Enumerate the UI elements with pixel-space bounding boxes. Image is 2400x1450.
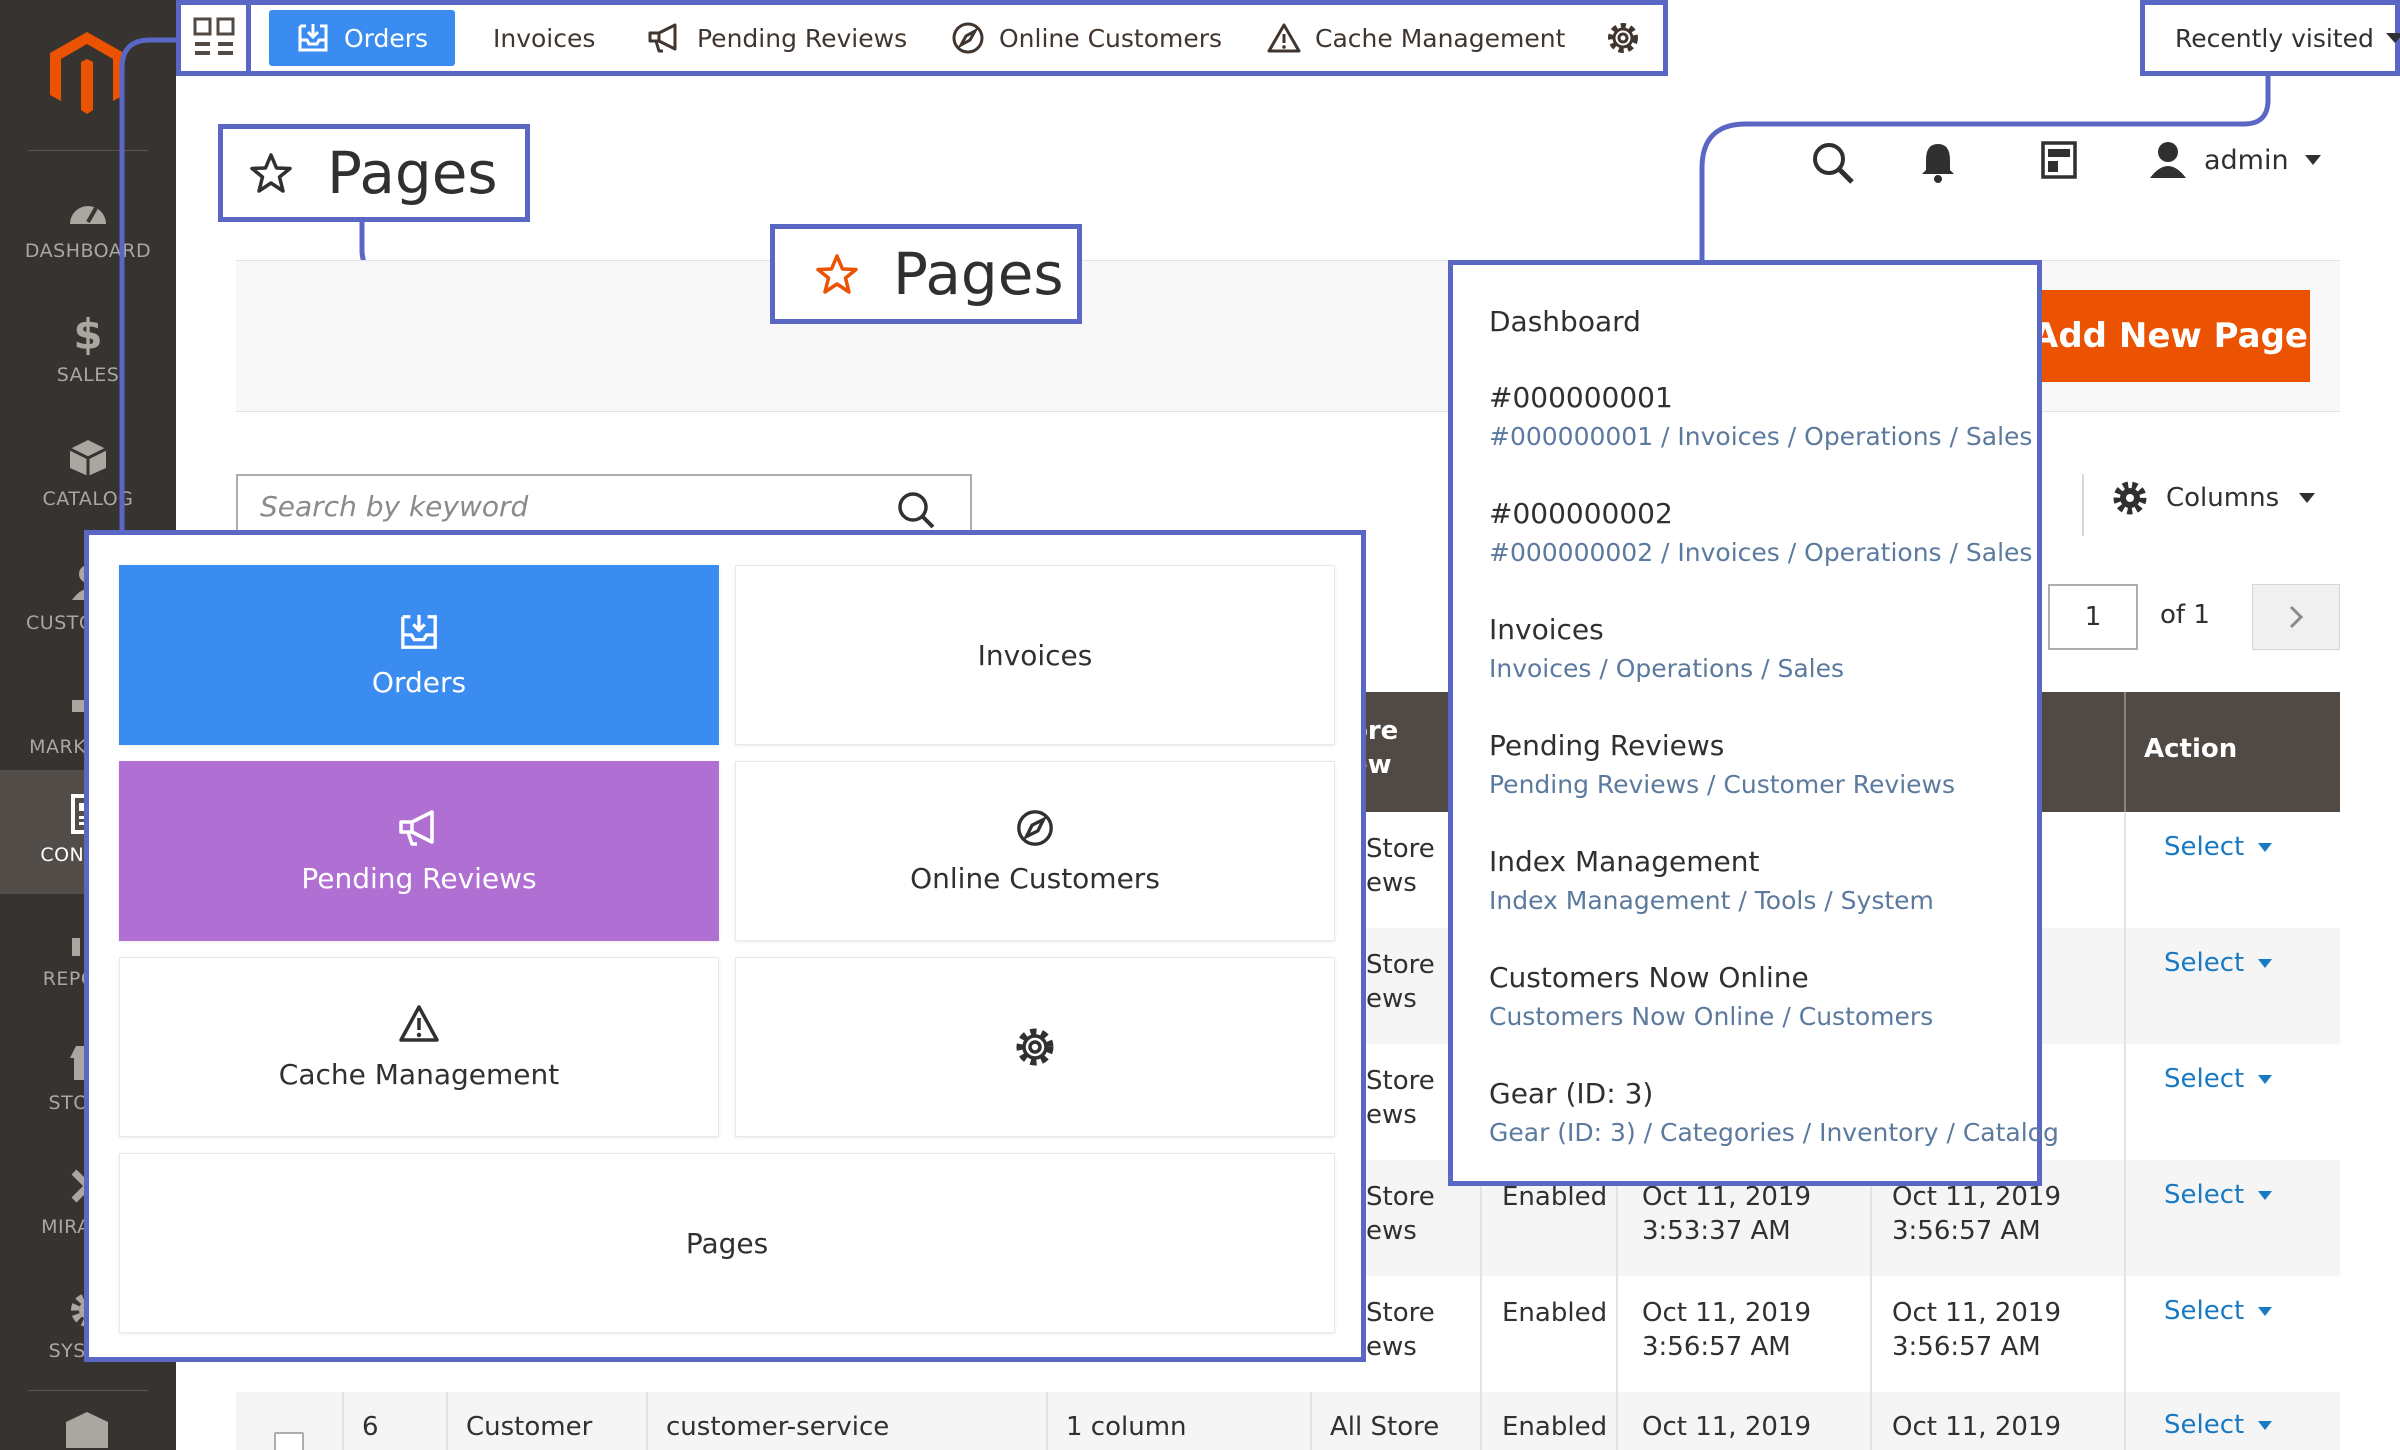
toolbar-divider [2082,474,2084,536]
search-icon[interactable] [1810,140,1856,186]
recently-visited-panel: Dashboard #000000001 #000000001 / Invoic… [1448,260,2059,1186]
apps-grid-icon [193,17,234,55]
star-icon[interactable] [249,152,293,194]
nav-cache-management[interactable]: Cache Management [1267,5,1565,71]
cell-store-view: All Store [1330,1412,1440,1442]
launcher-tile-pages[interactable]: Pages [119,1153,1335,1333]
cell-modified: Oct 11, 2019 [1892,1412,2061,1442]
chevron-down-icon [2258,1074,2273,1084]
megaphone-icon [399,809,434,846]
nav-pending-reviews[interactable]: Pending Reviews [647,5,907,71]
sidebar-item-dashboard[interactable]: DASHBOARD [0,166,176,290]
chevron-down-icon [2258,1420,2273,1430]
bell-icon[interactable] [1920,140,1956,184]
compass-icon [952,22,984,54]
launcher-tile-pending-reviews[interactable]: Pending Reviews [119,761,719,941]
chevron-down-icon [2258,958,2273,968]
columns-dropdown[interactable]: Columns [2112,480,2316,516]
add-new-page-button[interactable]: Add New Page [2030,290,2310,382]
cube-icon [69,440,107,476]
cell-modified: Oct 11, 2019 3:56:57 AM [1892,1298,2061,1362]
cell-title: Customer [466,1412,593,1442]
cube-icon [66,1412,108,1448]
recently-visited-dropdown[interactable]: Recently visited [2140,0,2400,76]
recent-item[interactable]: Invoices Invoices / Operations / Sales [1489,613,1844,683]
cell-store-view: Store ews [1366,1182,1435,1246]
cell-store-view: Store ews [1366,834,1435,898]
cell-id: 6 [362,1412,379,1442]
recent-item[interactable]: Index Management Index Management / Tool… [1489,845,1934,915]
recent-item[interactable]: Gear (ID: 3) Gear (ID: 3) / Categories /… [1489,1077,2059,1147]
cell-modified: Oct 11, 2019 3:56:57 AM [1892,1182,2061,1246]
launcher-tile-settings[interactable] [735,957,1335,1137]
select-action-dropdown[interactable]: Select [2164,1296,2273,1326]
gear-icon [2113,481,2147,515]
launcher-tile-cache-management[interactable]: Cache Management [119,957,719,1137]
dashboard-icon [70,206,106,224]
chevron-right-icon [2289,605,2304,629]
sidebar-item-catalog[interactable]: CATALOG [0,414,176,538]
chevron-down-icon [2258,842,2273,852]
launcher-tile-invoices[interactable]: Invoices [735,565,1335,745]
warning-icon [399,1004,439,1042]
recent-item[interactable]: Customers Now Online Customers Now Onlin… [1489,961,1933,1031]
page-title-favorited: Pages [770,224,1082,324]
recent-item[interactable]: Dashboard [1489,305,1641,338]
nav-invoices[interactable]: Invoices [493,5,595,71]
sidebar-item-sales[interactable]: $ SALES [0,290,176,414]
quick-nav-bar: Orders Invoices Pending Reviews Online C… [176,0,1668,76]
chevron-down-icon [2258,1306,2273,1316]
chevron-down-icon [2258,1190,2273,1200]
select-action-dropdown[interactable]: Select [2164,832,2273,862]
page-number-input[interactable]: 1 [2048,584,2138,650]
column-header-action: Action [2144,734,2238,764]
page-title: Pages [218,124,530,222]
magento-logo[interactable] [46,30,128,116]
cell-status: Enabled [1502,1298,1608,1328]
inbox-icon [401,614,437,649]
gear-icon [1016,1028,1054,1066]
megaphone-icon [648,23,677,53]
chevron-down-icon [2385,33,2400,43]
launcher-tile-online-customers[interactable]: Online Customers [735,761,1335,941]
apps-grid-button[interactable] [181,5,251,71]
cell-store-view: Store ews [1366,1298,1435,1362]
recent-item[interactable]: Pending Reviews Pending Reviews / Custom… [1489,729,1955,799]
layout-icon[interactable] [2040,140,2078,180]
chevron-down-icon [2304,155,2321,165]
cell-created: Oct 11, 2019 3:56:57 AM [1642,1298,1811,1362]
select-action-dropdown[interactable]: Select [2164,1180,2273,1210]
user-icon [2150,142,2186,178]
cell-store-view: Store ews [1366,950,1435,1014]
app-launcher-panel: Orders Invoices Pending Reviews Online C… [84,530,1366,1362]
select-action-dropdown[interactable]: Select [2164,1064,2273,1094]
inbox-icon [298,24,328,52]
next-page-button[interactable] [2252,584,2340,650]
cell-created: Oct 11, 2019 [1642,1412,1811,1442]
chevron-down-icon [2299,493,2316,503]
search-icon[interactable] [896,490,936,530]
dollar-icon: $ [73,309,103,359]
select-action-dropdown[interactable]: Select [2164,1410,2273,1440]
cell-url-key: customer-service [666,1412,890,1442]
recent-item[interactable]: #000000001 #000000001 / Invoices / Opera… [1489,381,2032,451]
nav-orders[interactable]: Orders [269,10,455,66]
page-count: of 1 [2160,600,2210,630]
cell-status: Enabled [1502,1412,1608,1442]
cell-store-view: Store ews [1366,1066,1435,1130]
nav-online-customers[interactable]: Online Customers [951,5,1222,71]
compass-icon [1017,809,1053,846]
recent-item[interactable]: #000000002 #000000002 / Invoices / Opera… [1489,497,2032,567]
cell-layout: 1 column [1066,1412,1187,1442]
row-checkbox[interactable] [274,1432,304,1450]
admin-user-menu[interactable]: admin [2148,140,2321,180]
cell-created: Oct 11, 2019 3:53:37 AM [1642,1182,1811,1246]
select-action-dropdown[interactable]: Select [2164,948,2273,978]
gear-icon [1608,23,1638,53]
nav-settings[interactable] [1605,5,1655,71]
warning-icon [1267,23,1301,53]
launcher-tile-orders[interactable]: Orders [119,565,719,745]
star-icon[interactable] [815,253,859,295]
